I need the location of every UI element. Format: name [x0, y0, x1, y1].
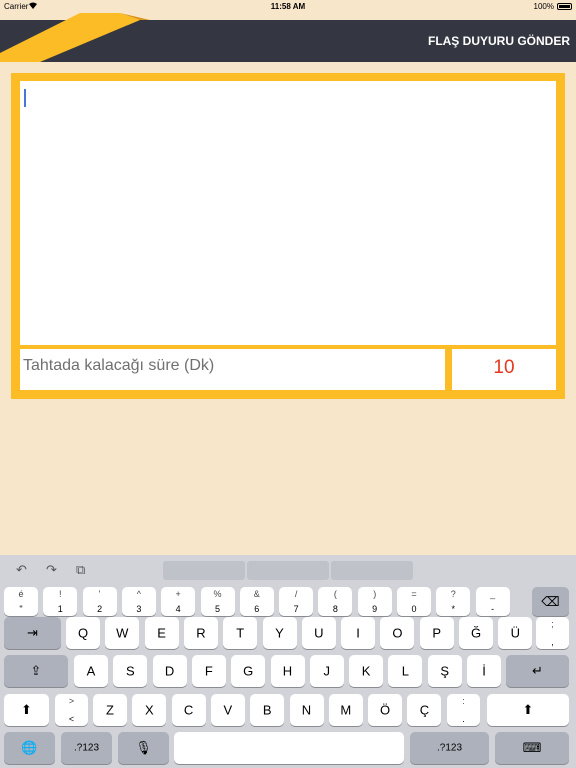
- paste-icon[interactable]: ⧉: [76, 562, 85, 578]
- microphone-icon: 🎙: [135, 740, 152, 755]
- undo-icon[interactable]: ↶: [16, 562, 27, 578]
- suggestion-1[interactable]: [163, 561, 245, 580]
- key-ğ[interactable]: Ğ: [459, 617, 493, 649]
- key-row1-6[interactable]: & 6: [239, 587, 274, 616]
- key-g[interactable]: G: [231, 655, 266, 687]
- keyboard-toolbar: ↶ ↷ ⧉: [0, 555, 576, 585]
- status-bar: Carrier 11:58 AM 100%: [0, 0, 576, 13]
- key-row1-0[interactable]: é ": [4, 587, 38, 616]
- hide-keyboard-icon: ⌨: [522, 740, 542, 755]
- globe-icon: 🌐: [21, 740, 38, 755]
- delete-icon: ⌫: [541, 593, 560, 609]
- key-semicolon[interactable]: ; ,: [536, 617, 569, 649]
- key-o[interactable]: O: [380, 617, 415, 649]
- key-angle[interactable]: > <: [55, 694, 88, 726]
- key-t[interactable]: T: [223, 617, 258, 649]
- key-c[interactable]: C: [171, 694, 206, 726]
- hide-keyboard-key[interactable]: ⌨: [495, 732, 569, 764]
- key-row1-4[interactable]: +4: [161, 587, 196, 616]
- space-key[interactable]: [174, 732, 404, 764]
- key-row1-10[interactable]: = 0: [397, 587, 431, 616]
- tab-key[interactable]: ⇥: [4, 617, 61, 649]
- battery-percentage: 100%: [533, 2, 554, 11]
- key-z[interactable]: Z: [93, 694, 127, 726]
- key-j[interactable]: J: [309, 655, 344, 687]
- key-colon[interactable]: : .: [447, 694, 480, 726]
- key-row1-5[interactable]: % 5: [200, 587, 235, 616]
- key-row1-9[interactable]: ) 9: [357, 587, 392, 616]
- key-n[interactable]: N: [289, 694, 324, 726]
- numbers-key-right[interactable]: .?123: [410, 732, 489, 764]
- shift-left-key[interactable]: ⬆: [4, 694, 49, 726]
- battery-icon: [557, 3, 572, 10]
- key-ü[interactable]: Ü: [498, 617, 533, 649]
- key-ş[interactable]: Ş: [427, 655, 462, 687]
- logo-icon[interactable]: [0, 13, 160, 64]
- on-screen-keyboard: ↶ ↷ ⧉ ⌫ ⇥ ; , ⇪ ↵ ⬆ > < : . ⬆ 🌐 .?123 🎙 …: [0, 555, 576, 768]
- text-cursor: [24, 89, 26, 107]
- key-i̇[interactable]: İ: [467, 655, 501, 687]
- numbers-key-left[interactable]: .?123: [61, 732, 112, 764]
- key-row1-7[interactable]: /7: [279, 587, 314, 616]
- key-h[interactable]: H: [270, 655, 305, 687]
- key-row1-8[interactable]: (8: [318, 587, 353, 616]
- key-s[interactable]: S: [113, 655, 148, 687]
- key-row1-11[interactable]: ? *: [436, 587, 471, 616]
- key-row1-12[interactable]: _ -: [475, 587, 510, 616]
- shift-icon: ⬆: [21, 702, 32, 717]
- key-row1-2[interactable]: ' 2: [82, 587, 117, 616]
- navigation-bar: FLAŞ DUYURU GÖNDER: [0, 13, 576, 64]
- key-l[interactable]: L: [388, 655, 423, 687]
- key-x[interactable]: X: [132, 694, 167, 726]
- suggestion-3[interactable]: [331, 561, 413, 580]
- duration-label: Tahtada kalacağı süre (Dk): [20, 349, 445, 390]
- key-b[interactable]: B: [250, 694, 285, 726]
- shift-right-key[interactable]: ⬆: [487, 694, 569, 726]
- key-q[interactable]: Q: [66, 617, 100, 649]
- status-time: 11:58 AM: [270, 2, 306, 11]
- key-f[interactable]: F: [191, 655, 226, 687]
- key-m[interactable]: M: [328, 694, 363, 726]
- message-textarea[interactable]: [20, 81, 556, 345]
- key-a[interactable]: A: [74, 655, 108, 687]
- key-d[interactable]: D: [152, 655, 187, 687]
- page-title: FLAŞ DUYURU GÖNDER: [427, 34, 570, 48]
- key-y[interactable]: Y: [262, 617, 297, 649]
- key-w[interactable]: W: [105, 617, 140, 649]
- key-u[interactable]: U: [301, 617, 336, 649]
- key-k[interactable]: K: [349, 655, 384, 687]
- return-key[interactable]: ↵: [506, 655, 569, 687]
- return-icon: ↵: [532, 663, 543, 678]
- key-i[interactable]: I: [341, 617, 376, 649]
- caps-lock-icon: ⇪: [30, 663, 42, 678]
- key-r[interactable]: R: [183, 617, 218, 649]
- dictation-key[interactable]: 🎙: [118, 732, 169, 764]
- tab-icon: ⇥: [27, 625, 38, 640]
- delete-key[interactable]: ⌫: [532, 587, 569, 616]
- caps-lock-key[interactable]: ⇪: [4, 655, 68, 687]
- redo-icon[interactable]: ↷: [46, 562, 57, 578]
- shift-icon: ⬆: [522, 702, 534, 717]
- key-row1-3[interactable]: ^ 3: [121, 587, 156, 616]
- key-ö[interactable]: Ö: [368, 694, 403, 726]
- duration-input[interactable]: 10: [452, 349, 556, 390]
- key-e[interactable]: E: [144, 617, 179, 649]
- key-row1-1[interactable]: ! 1: [43, 587, 78, 616]
- suggestion-2[interactable]: [247, 561, 329, 580]
- announcement-form: Tahtada kalacağı süre (Dk) 10: [11, 73, 565, 399]
- key-v[interactable]: V: [210, 694, 245, 726]
- globe-key[interactable]: 🌐: [4, 732, 55, 764]
- key-p[interactable]: P: [419, 617, 454, 649]
- key-ç[interactable]: Ç: [407, 694, 442, 726]
